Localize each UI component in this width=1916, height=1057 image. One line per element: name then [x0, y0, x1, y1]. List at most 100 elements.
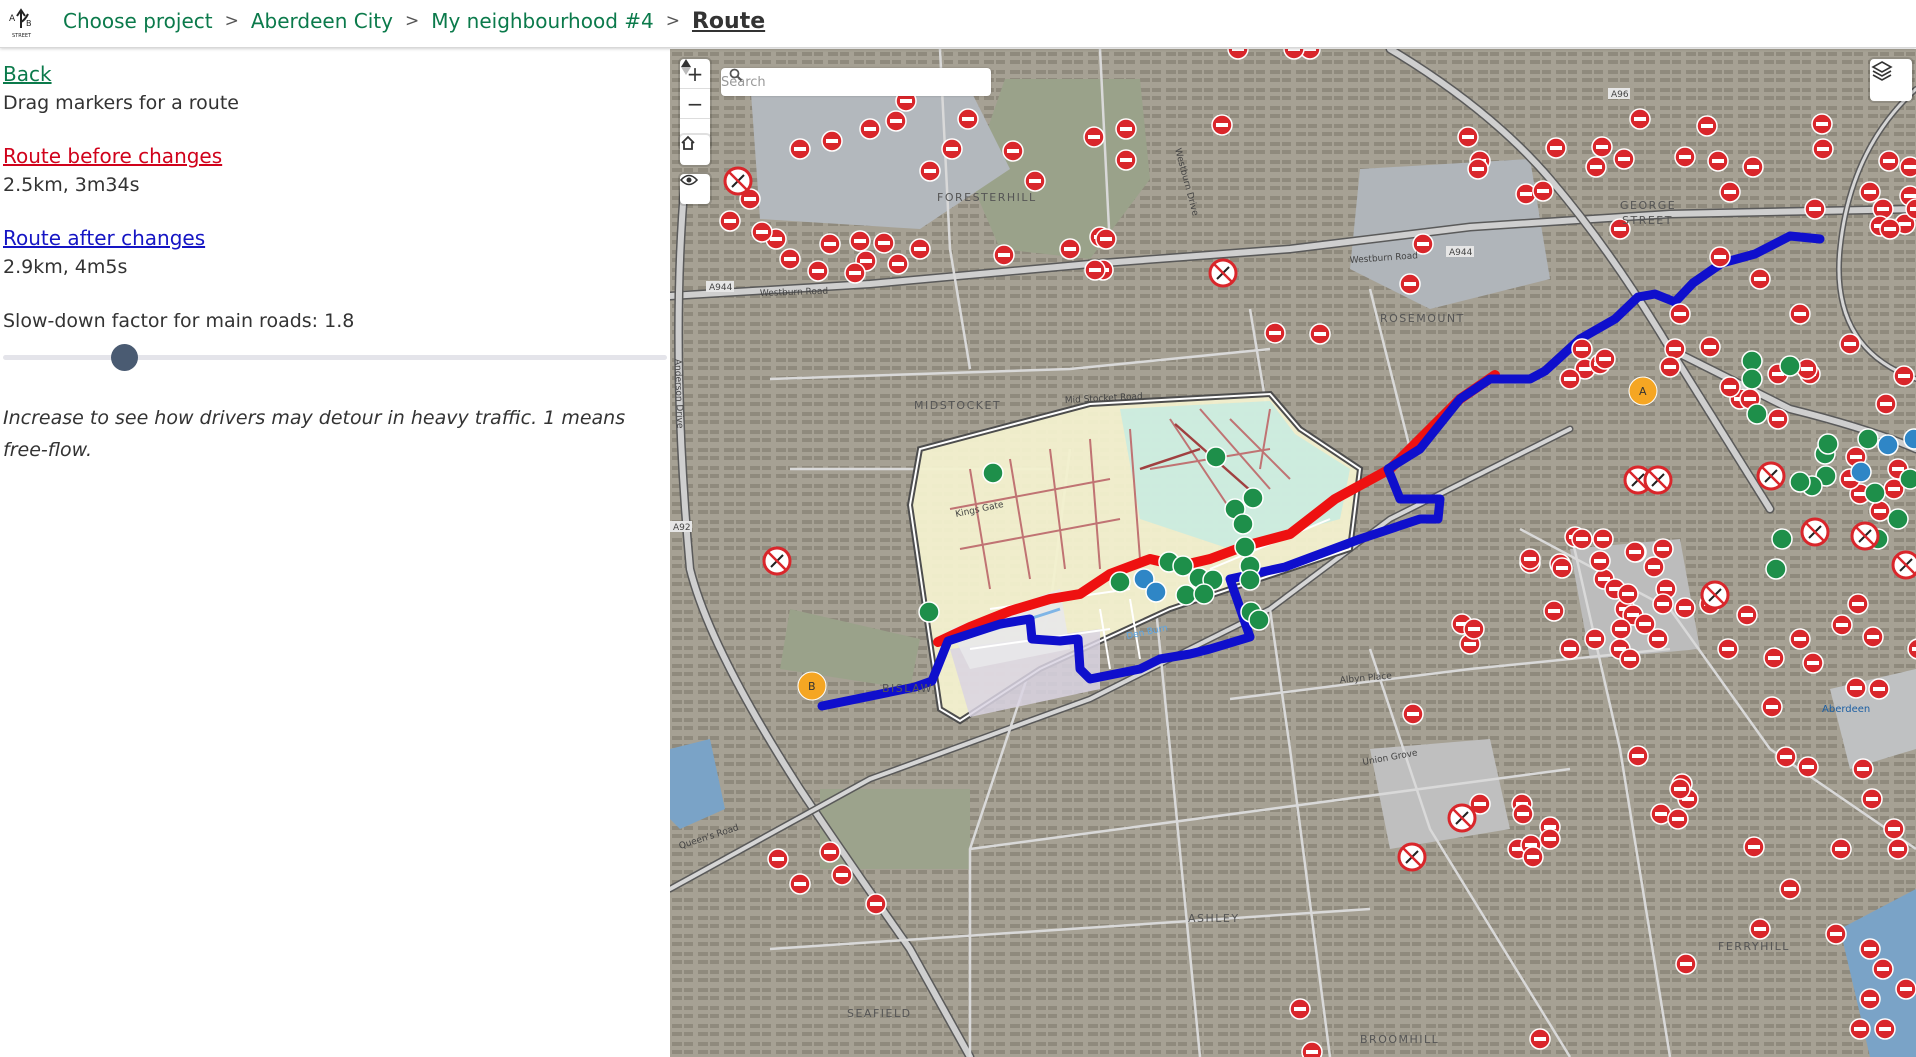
no-entry-bar-icon: [1854, 1027, 1866, 1031]
zoom-out-button[interactable]: −: [680, 89, 710, 119]
modal-filter-icon[interactable]: [1175, 584, 1197, 606]
no-entry-bar-icon: [1464, 642, 1476, 646]
no-entry-bar-icon: [1550, 146, 1562, 150]
modal-filter-icon[interactable]: [1109, 571, 1131, 593]
breadcrumb-choose-project[interactable]: Choose project: [63, 9, 213, 33]
modal-filter-icon[interactable]: [1771, 528, 1793, 550]
modal-filter-icon[interactable]: [1234, 536, 1256, 558]
modal-filter-icon[interactable]: [1746, 403, 1768, 425]
modal-filter-icon[interactable]: [1864, 482, 1886, 504]
modal-filter-icon[interactable]: [1242, 487, 1264, 509]
bus-gate-icon[interactable]: [1145, 581, 1167, 603]
no-entry-bar-icon: [1850, 686, 1862, 690]
breadcrumb: Choose project > Aberdeen City > My neig…: [63, 0, 765, 42]
modal-filter-icon[interactable]: [1779, 355, 1801, 377]
modal-filter-icon[interactable]: [918, 601, 940, 623]
no-entry-bar-icon: [1772, 417, 1784, 421]
no-entry-bar-icon: [1892, 467, 1904, 471]
modal-filter-icon[interactable]: [982, 462, 1004, 484]
layers-button[interactable]: [1870, 59, 1912, 101]
no-entry-bar-icon: [1596, 145, 1608, 149]
slider-track[interactable]: [3, 355, 667, 360]
breadcrumb-aberdeen-city[interactable]: Aberdeen City: [251, 9, 393, 33]
search-input[interactable]: [721, 74, 951, 90]
map-canvas[interactable]: FORESTERHILL GEORGE STREET ROSEMOUNT MID…: [670, 49, 1916, 1057]
back-link[interactable]: Back: [3, 62, 667, 86]
no-entry-bar-icon: [1852, 602, 1864, 606]
no-entry-bar-icon: [770, 237, 782, 241]
modal-filter-icon[interactable]: [1248, 609, 1270, 631]
marker-a[interactable]: A: [1628, 376, 1658, 406]
svg-text:B: B: [808, 680, 816, 693]
no-entry-bar-icon: [1657, 602, 1669, 606]
modal-filter-icon[interactable]: [1193, 583, 1215, 605]
modal-filter-icon[interactable]: [1789, 471, 1811, 493]
bus-gate-icon[interactable]: [1877, 434, 1899, 456]
no-entry-bar-icon: [1648, 565, 1660, 569]
no-entry-bar-icon: [1867, 635, 1879, 639]
no-entry-bar-icon: [1807, 661, 1819, 665]
home-button[interactable]: [680, 135, 710, 165]
bus-gate-icon[interactable]: [1850, 461, 1872, 483]
no-entry-bar-icon: [1564, 647, 1576, 651]
route-before-link[interactable]: Route before changes: [3, 144, 667, 168]
no-entry-bar-icon: [812, 269, 824, 273]
no-entry-bar-icon: [1622, 592, 1634, 596]
no-entry-bar-icon: [1629, 550, 1641, 554]
no-entry-bar-icon: [1724, 190, 1736, 194]
modal-filter-icon[interactable]: [1817, 433, 1839, 455]
instruction-text: Drag markers for a route: [3, 92, 239, 114]
no-entry-bar-icon: [1288, 49, 1300, 51]
modal-filter-icon[interactable]: [1232, 513, 1254, 535]
map-search[interactable]: [721, 68, 991, 96]
modal-filter-icon[interactable]: [1887, 508, 1909, 530]
no-entry-bar-icon: [1615, 627, 1627, 631]
no-entry-bar-icon: [1517, 812, 1529, 816]
label-a944: A944: [1449, 248, 1473, 258]
no-entry-bar-icon: [1679, 606, 1691, 610]
label-ashley: ASHLEY: [1188, 912, 1240, 925]
no-entry-bar-icon: [1864, 190, 1876, 194]
slowdown-slider[interactable]: [3, 342, 667, 372]
modal-filter-icon[interactable]: [1205, 446, 1227, 468]
marker-b[interactable]: B: [797, 671, 827, 701]
no-entry-bar-icon: [1780, 755, 1792, 759]
modal-filter-icon[interactable]: [1899, 468, 1916, 490]
no-entry-bar-icon: [1664, 365, 1676, 369]
no-entry-bar-icon: [1520, 192, 1532, 196]
no-entry-bar-icon: [1618, 157, 1630, 161]
label-street: STREET: [1622, 214, 1673, 227]
modal-filter-icon[interactable]: [1239, 569, 1261, 591]
no-entry-bar-icon: [1904, 194, 1916, 198]
no-entry-bar-icon: [1404, 282, 1416, 286]
breadcrumb-my-neighbourhood[interactable]: My neighbourhood #4: [431, 9, 654, 33]
modal-filter-icon[interactable]: [1741, 368, 1763, 390]
no-entry-bar-icon: [1407, 712, 1419, 716]
label-a944: A944: [709, 283, 733, 293]
no-entry-bar-icon: [1866, 797, 1878, 801]
no-entry-bar-icon: [1857, 767, 1869, 771]
no-entry-bar-icon: [1754, 277, 1766, 281]
modal-filter-icon[interactable]: [1857, 428, 1879, 450]
no-entry-bar-icon: [756, 230, 768, 234]
no-entry-bar-icon: [1899, 222, 1911, 226]
logo-text: STREET: [12, 33, 32, 39]
no-entry-bar-icon: [1877, 967, 1889, 971]
route-before-stats: 2.5km, 3m34s: [3, 174, 140, 196]
modal-filter-icon[interactable]: [1741, 350, 1763, 372]
slider-thumb[interactable]: [111, 344, 139, 371]
no-entry-bar-icon: [1120, 158, 1132, 162]
no-entry-bar-icon: [1599, 357, 1611, 361]
no-entry-bar-icon: [794, 147, 806, 151]
map-view[interactable]: FORESTERHILL GEORGE STREET ROSEMOUNT MID…: [670, 49, 1916, 1057]
visibility-button[interactable]: [680, 174, 710, 204]
no-entry-bar-icon: [824, 242, 836, 246]
home-icon: [681, 135, 695, 150]
label-aberdeen: Aberdeen: [1822, 704, 1870, 715]
modal-filter-icon[interactable]: [1765, 558, 1787, 580]
logo-icon[interactable]: A B STREET: [8, 4, 40, 40]
no-entry-bar-icon: [1624, 657, 1636, 661]
no-entry-bar-icon: [892, 262, 904, 266]
no-entry-bar-icon: [890, 119, 902, 123]
route-after-link[interactable]: Route after changes: [3, 226, 667, 250]
